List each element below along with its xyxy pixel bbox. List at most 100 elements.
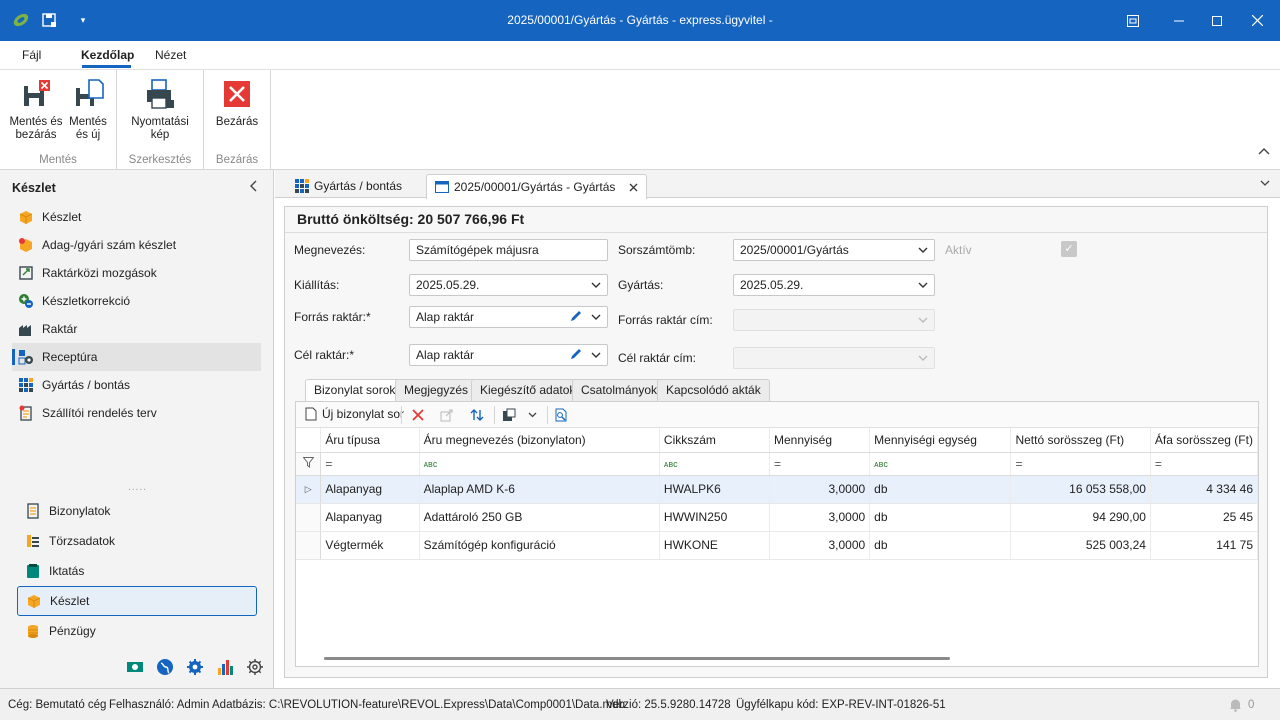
active-label: Aktív (945, 243, 972, 257)
sidebar-item-order-plan[interactable]: Szállítói rendelés terv (12, 399, 261, 427)
filter-row: = ᴀʙᴄ ᴀʙᴄ = ᴀʙᴄ = = (296, 452, 1259, 476)
active-checkbox[interactable]: ✓ (1061, 241, 1077, 257)
module-master-data[interactable]: Törzsadatok (17, 526, 257, 556)
restore-layout-icon[interactable] (1110, 0, 1156, 41)
notification-bell-icon[interactable] (1229, 698, 1242, 712)
layout-icon[interactable] (502, 408, 516, 422)
filter-cell[interactable]: = (320, 452, 420, 476)
target-address-select[interactable] (733, 347, 935, 369)
horizontal-scrollbar[interactable] (324, 657, 950, 660)
subtab-attachments[interactable]: Csatolmányok (572, 379, 667, 401)
table-row[interactable]: ▷ Alapanyag Alaplap AMD K-6 HWALPK6 3,00… (296, 475, 1259, 504)
divider (285, 232, 1267, 233)
sidebar-item-transfers[interactable]: Raktárközi mozgások (12, 259, 261, 287)
collapse-ribbon-icon[interactable] (1258, 144, 1270, 158)
sidebar-item-keszlet[interactable]: Készlet (12, 203, 261, 231)
filter-cell[interactable]: = (769, 452, 871, 476)
edit-pencil-icon[interactable] (569, 309, 583, 323)
sidebar-item-production[interactable]: Gyártás / bontás (12, 371, 261, 399)
ribbon-group-edit: Nyomtatási kép Szerkesztés (117, 70, 204, 170)
module-documents[interactable]: Bizonylatok (17, 496, 257, 526)
chart-icon[interactable] (216, 658, 234, 676)
filter-cell[interactable]: = (1010, 452, 1151, 476)
settings-blue-icon[interactable] (186, 658, 204, 676)
cash-icon[interactable] (126, 658, 144, 676)
navigation-sidebar: Készlet Készlet Adag-/gyári szám készlet… (0, 170, 274, 688)
cell-sku: HWWIN250 (659, 503, 770, 532)
tab-label: 2025/00001/Gyártás - Gyártás (454, 180, 616, 194)
sidebar-item-recipe[interactable]: Receptúra (12, 343, 261, 371)
column-header[interactable]: Cikkszám (659, 428, 770, 453)
menu-tab-view[interactable]: Nézet (155, 48, 186, 62)
target-warehouse-select[interactable]: Alap raktár (409, 344, 608, 366)
subtab-document-rows[interactable]: Bizonylat sorok (305, 379, 405, 402)
target-address-label: Cél raktár cím: (618, 351, 697, 365)
table-row[interactable]: Alapanyag Adattároló 250 GB HWWIN250 3,0… (296, 503, 1259, 532)
subtab-related-files[interactable]: Kapcsolódó akták (657, 379, 770, 401)
save-close-label-1: Mentés és (9, 116, 63, 128)
gear-icon[interactable] (246, 658, 264, 676)
source-warehouse-select[interactable]: Alap raktár (409, 306, 608, 328)
save-and-close-button[interactable]: Mentés és bezárás (8, 78, 64, 142)
close-document-button[interactable]: Bezárás (212, 78, 262, 129)
production-date-value: 2025.05.29. (740, 278, 804, 292)
source-address-label: Forrás raktár cím: (618, 313, 713, 327)
current-row-indicator-icon: ▷ (296, 475, 322, 504)
tab-production-document[interactable]: 2025/00001/Gyártás - Gyártás (426, 174, 648, 199)
production-date-picker[interactable]: 2025.05.29. (733, 274, 935, 296)
column-header[interactable]: Nettó sorösszeg (Ft) (1010, 428, 1151, 453)
menu-tab-file[interactable]: Fájl (22, 48, 41, 62)
globe-icon[interactable] (156, 658, 174, 676)
menu-tab-home[interactable]: Kezdőlap (81, 48, 134, 62)
module-stock[interactable]: Készlet (17, 586, 257, 616)
filter-cell[interactable]: ᴀʙᴄ (869, 452, 1012, 476)
column-header[interactable]: Mennyiség (769, 428, 871, 453)
table-row[interactable]: Végtermék Számítógép konfiguráció HWKONE… (296, 531, 1259, 560)
subtab-notes[interactable]: Megjegyzés (395, 379, 478, 401)
column-header[interactable]: Áru megnevezés (bizonylaton) (419, 428, 660, 453)
chevron-down-icon (918, 247, 928, 253)
tab-production-list[interactable]: Gyártás / bontás (287, 174, 410, 198)
notification-count: 0 (1248, 699, 1255, 711)
source-address-select[interactable] (733, 309, 935, 331)
module-finance[interactable]: Pénzügy (17, 616, 257, 646)
collapse-sidebar-icon[interactable] (248, 179, 258, 195)
sort-icon[interactable] (470, 408, 484, 422)
filter-cell[interactable]: ᴀʙᴄ (659, 452, 770, 476)
series-select[interactable]: 2025/00001/Gyártás (733, 239, 935, 261)
module-label: Pénzügy (49, 624, 96, 638)
tabs-dropdown-icon[interactable] (1260, 176, 1270, 190)
box-icon (19, 211, 33, 224)
new-row-button[interactable]: Új bizonylat sor (304, 407, 404, 421)
sidebar-splitter-grip[interactable]: ∙∙∙∙∙ (128, 484, 147, 495)
subtab-additional-data[interactable]: Kiegészítő adatok (471, 379, 585, 401)
close-tab-icon[interactable] (629, 183, 638, 192)
module-filing[interactable]: Iktatás (17, 556, 257, 586)
sidebar-item-correction[interactable]: Készletkorrekció (12, 287, 261, 315)
column-header[interactable]: Áfa sorösszeg (Ft) (1150, 428, 1259, 453)
close-window-button[interactable] (1234, 0, 1280, 41)
edit-pencil-icon[interactable] (569, 347, 583, 361)
sidebar-item-warehouse[interactable]: Raktár (12, 315, 261, 343)
export-row-icon[interactable] (440, 408, 454, 422)
save-and-new-button[interactable]: Mentés és új (64, 78, 112, 142)
status-user: Felhasználó: Admin (109, 699, 210, 711)
table-header-row: Áru típusa Áru megnevezés (bizonylaton) … (296, 428, 1259, 453)
column-header[interactable]: Mennyiségi egység (869, 428, 1012, 453)
issue-date-picker[interactable]: 2025.05.29. (409, 274, 608, 296)
production-icon (295, 179, 309, 193)
sidebar-item-batch-stock[interactable]: Adag-/gyári szám készlet (12, 231, 261, 259)
name-field[interactable]: Számítógépek májusra (409, 239, 608, 261)
filter-cell[interactable]: ᴀʙᴄ (419, 452, 660, 476)
cell-item-name: Adattároló 250 GB (419, 503, 660, 532)
save-close-icon (24, 80, 50, 106)
search-document-icon[interactable] (554, 408, 568, 422)
cell-item-type: Végtermék (320, 531, 420, 560)
print-preview-button[interactable]: Nyomtatási kép (129, 78, 191, 142)
delete-row-icon[interactable] (412, 409, 424, 421)
filter-cell[interactable]: = (1150, 452, 1259, 476)
row-indicator (296, 503, 322, 532)
filter-icon[interactable] (296, 452, 322, 476)
column-header[interactable]: Áru típusa (320, 428, 420, 453)
chevron-down-icon[interactable] (528, 412, 537, 418)
